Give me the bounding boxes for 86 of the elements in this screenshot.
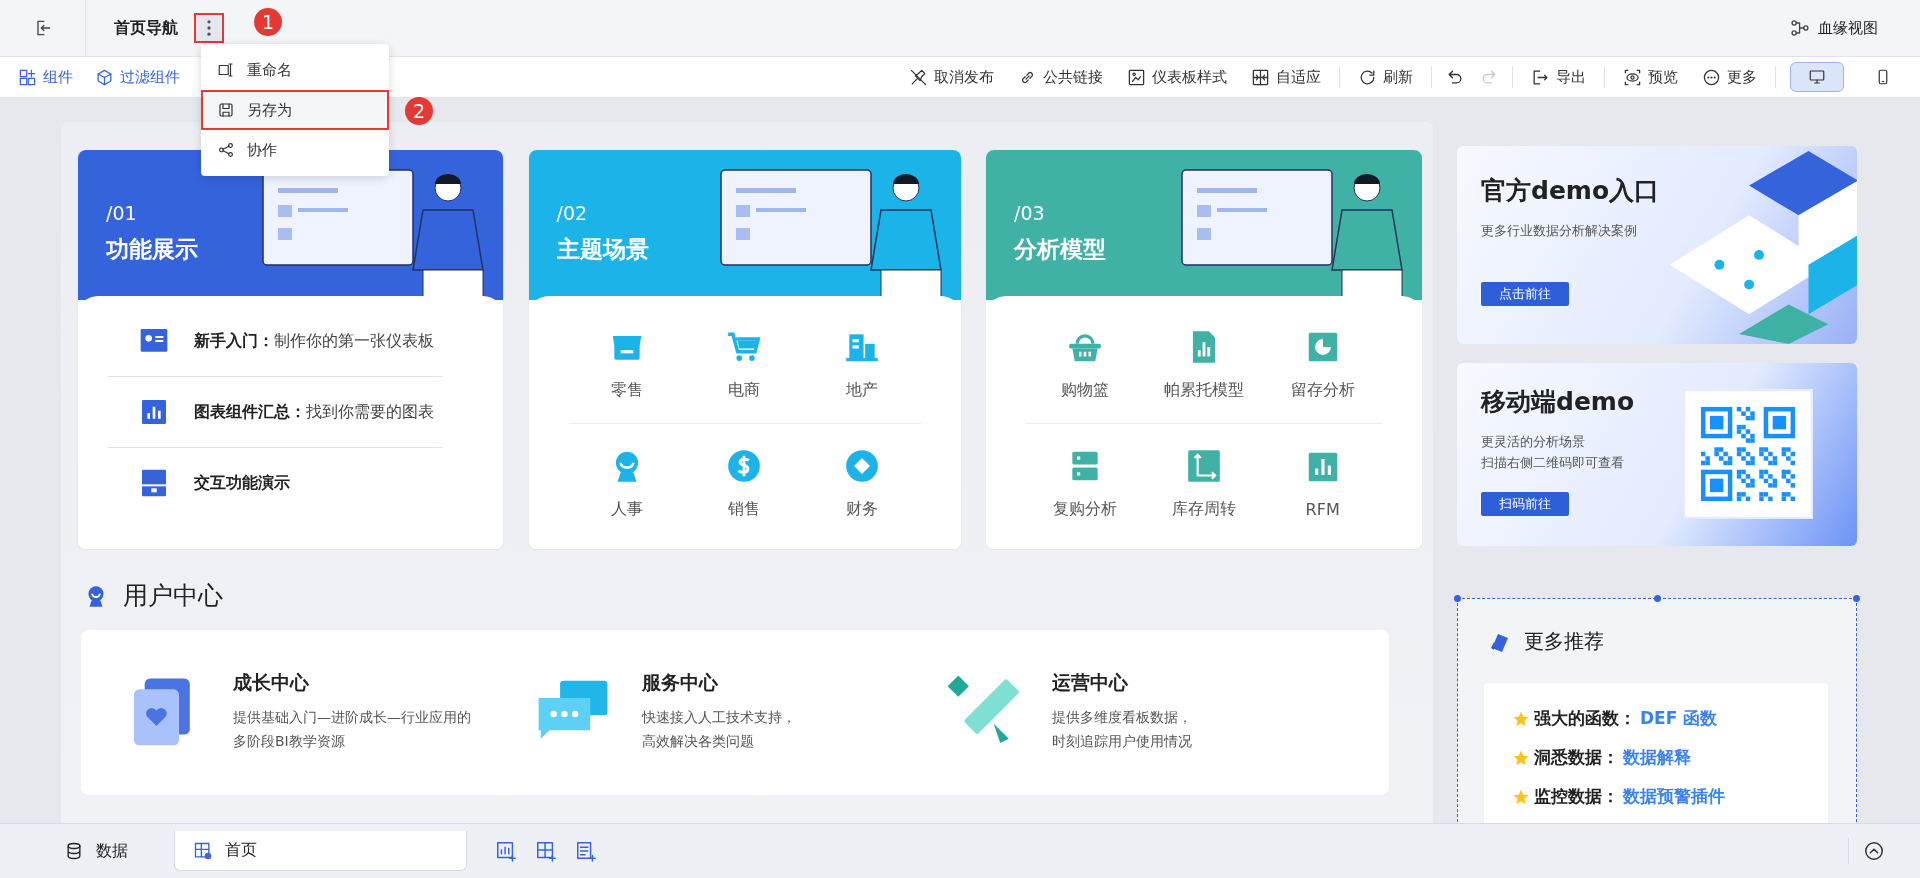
card-title: 分析模型 — [1014, 235, 1106, 264]
center-description: 时刻追踪用户使用情况 — [1051, 731, 1192, 751]
scenario-item[interactable]: 留存分析 — [1263, 306, 1382, 424]
center-description: 提供多维度看板数据， — [1051, 707, 1192, 727]
card-number: /01 — [106, 202, 138, 224]
go-button[interactable]: 扫码前往 — [1481, 491, 1569, 516]
link[interactable]: 数据解释 — [1623, 746, 1691, 769]
center-description: 提供基础入门—进阶成长—行业应用的 — [233, 707, 471, 727]
center-description: 多阶段BI教学资源 — [233, 731, 346, 751]
demo-description: 更灵活的分析场景 — [1481, 433, 1586, 451]
scenario-item[interactable]: 帕累托模型 — [1144, 306, 1264, 424]
demo-description: 更多行业数据分析解决案例 — [1481, 222, 1638, 240]
toolbar-button[interactable]: 过滤组件 — [95, 67, 180, 87]
kebab-icon — [207, 20, 211, 36]
guide-link[interactable]: 交互功能演示 — [194, 472, 290, 494]
demo-title: 移动端demo — [1481, 386, 1635, 418]
toolbar-button[interactable]: 更多 — [1702, 67, 1757, 87]
toolbar-button[interactable]: 自适应 — [1251, 67, 1321, 87]
section-title: 更多推荐 — [1524, 627, 1604, 655]
card-number: /02 — [556, 202, 589, 224]
card-title: 主题场景 — [556, 235, 649, 264]
demo-title: 官方demo入口 — [1481, 175, 1660, 207]
rename-icon — [217, 61, 235, 79]
demo-description: 扫描右侧二维码即可查看 — [1481, 453, 1625, 472]
toolbar-button[interactable]: 公共链接 — [1018, 67, 1103, 87]
scenario-item[interactable]: 库存周转 — [1144, 424, 1264, 542]
menu-item[interactable]: 重命名 — [201, 50, 389, 90]
link[interactable]: DEF 函数 — [1640, 707, 1718, 730]
monitor-icon — [1808, 68, 1826, 86]
center-title[interactable]: 成长中心 — [233, 669, 471, 696]
page-tab[interactable]: 首页 — [174, 831, 467, 871]
menu-item[interactable]: 另存为 — [201, 90, 389, 130]
guide-link[interactable]: 图表组件汇总：找到你需要的图表 — [194, 401, 434, 423]
card-number: /03 — [1014, 202, 1046, 224]
scenario-item[interactable]: RFM — [1263, 424, 1382, 542]
more-icon — [1702, 67, 1721, 87]
desktop-view-button[interactable] — [1790, 62, 1844, 92]
lineage-icon — [1790, 18, 1810, 38]
toolbar-button[interactable]: 仪表板样式 — [1127, 67, 1227, 87]
guide-link[interactable]: 新手入门：制作你的第一张仪表板 — [194, 330, 434, 352]
preview-icon — [1623, 67, 1642, 87]
menu-item[interactable]: 协作 — [201, 130, 389, 170]
add-list-icon — [575, 840, 597, 862]
save-icon — [217, 101, 235, 119]
step-badge: 2 — [405, 97, 433, 125]
page-title: 首页导航 — [114, 17, 178, 39]
share-icon — [217, 141, 235, 159]
recommend-label: 监控数据： — [1534, 785, 1619, 808]
selection-handle[interactable] — [1654, 595, 1661, 602]
toolbar-button[interactable]: 取消发布 — [909, 67, 994, 87]
toolbar-button[interactable]: 组件 — [18, 67, 73, 87]
scenario-item[interactable]: 人事 — [568, 424, 686, 542]
center-title[interactable]: 服务中心 — [642, 669, 797, 696]
card-title: 功能展示 — [106, 235, 198, 264]
lineage-view-button[interactable]: 血缘视图 — [1790, 18, 1878, 38]
scenario-item[interactable]: 零售 — [568, 306, 686, 424]
refresh-icon — [1358, 67, 1377, 87]
link[interactable]: 数据预警插件 — [1623, 785, 1725, 808]
center-title[interactable]: 运营中心 — [1051, 669, 1192, 696]
scenario-item[interactable]: 财务 — [803, 424, 921, 542]
center-description: 高效解决各类问题 — [642, 731, 756, 751]
scenario-item[interactable]: 地产 — [803, 306, 921, 424]
export-button[interactable]: 导出 — [1531, 67, 1586, 87]
scenario-item[interactable]: 复购分析 — [1026, 424, 1145, 542]
page-icon — [193, 840, 213, 861]
recommend-label: 强大的函数： — [1534, 707, 1636, 730]
toolbar-button[interactable]: 预览 — [1623, 67, 1678, 87]
scenario-item[interactable]: 销售 — [685, 424, 804, 542]
add-chart-icon — [495, 840, 517, 862]
go-button[interactable]: 点击前往 — [1481, 281, 1569, 306]
add-grid-icon — [535, 840, 557, 862]
center-description: 快速接入人工技术支持， — [642, 707, 797, 727]
refresh-button[interactable]: 刷新 — [1358, 67, 1413, 87]
unpin-icon — [909, 67, 928, 87]
kebab-button[interactable] — [194, 13, 224, 43]
recommend-label: 洞悉数据： — [1534, 746, 1619, 769]
data-tab[interactable]: 数据 — [46, 831, 146, 871]
dashboard-style-icon — [1127, 67, 1146, 87]
component-icon — [18, 67, 37, 87]
section-title: 用户中心 — [123, 580, 223, 612]
selection-handle[interactable] — [1454, 595, 1461, 602]
fit-icon — [1251, 67, 1270, 87]
scenario-item[interactable]: 电商 — [685, 306, 804, 424]
scenario-item[interactable]: 购物篮 — [1026, 306, 1145, 424]
chevron-up-icon — [1862, 840, 1885, 862]
selection-handle[interactable] — [1853, 595, 1860, 602]
